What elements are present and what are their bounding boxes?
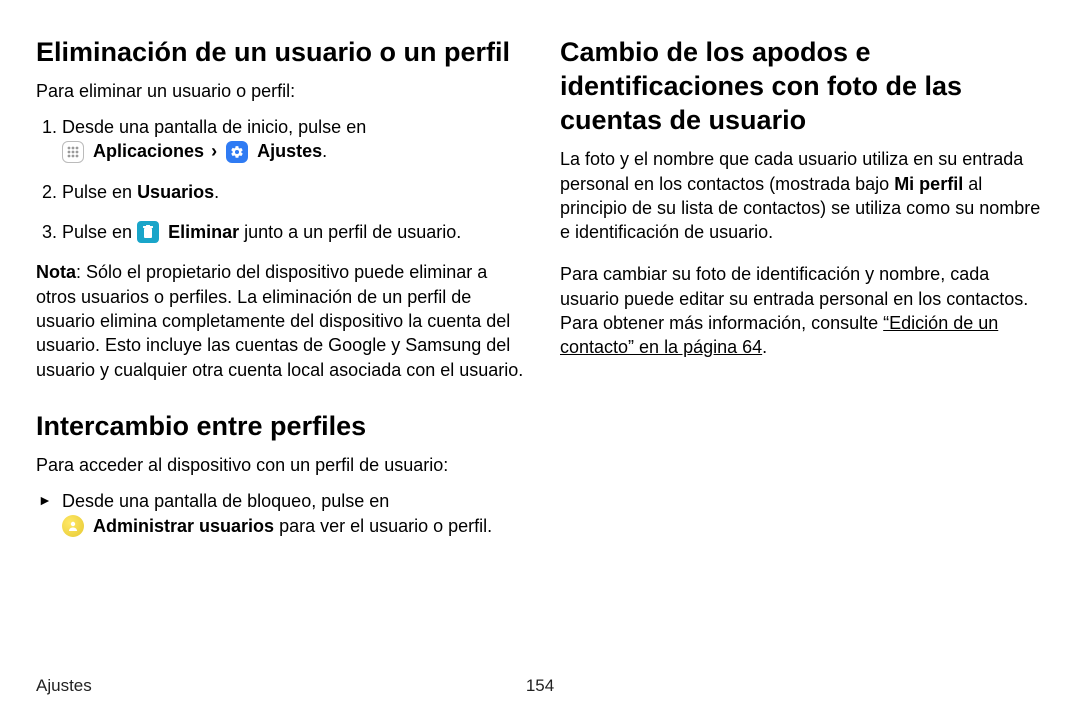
right-column: Cambio de los apodos e identificaciones … bbox=[560, 36, 1050, 539]
delete-steps: Desde una pantalla de inicio, pulse en A… bbox=[36, 115, 532, 244]
note-paragraph: Nota: Sólo el propietario del dispositiv… bbox=[36, 260, 532, 381]
period: . bbox=[322, 141, 327, 161]
right-p1: La foto y el nombre que cada usuario uti… bbox=[560, 147, 1050, 244]
switch-bold: Administrar usuarios bbox=[93, 516, 274, 536]
page-footer: Ajustes 154 bbox=[36, 676, 1044, 696]
step-1-text-a: Desde una pantalla de inicio, pulse en bbox=[62, 117, 366, 137]
right-p1-bold: Mi perfil bbox=[894, 174, 963, 194]
step-2-text-a: Pulse en bbox=[62, 182, 137, 202]
step-2-text-c: . bbox=[214, 182, 219, 202]
switch-text-c: para ver el usuario o perfil. bbox=[274, 516, 492, 536]
page-number: 154 bbox=[526, 676, 554, 696]
intro-switch: Para acceder al dispositivo con un perfi… bbox=[36, 454, 532, 477]
step-2: Pulse en Usuarios. bbox=[62, 180, 532, 204]
step-3-text-c: junto a un perfil de usuario. bbox=[239, 222, 461, 242]
step-2-bold: Usuarios bbox=[137, 182, 214, 202]
gear-icon bbox=[226, 141, 248, 163]
left-column: Eliminación de un usuario o un perfil Pa… bbox=[36, 36, 532, 539]
manual-page: Eliminación de un usuario o un perfil Pa… bbox=[0, 0, 1080, 720]
note-label: Nota bbox=[36, 262, 76, 282]
step-3-text-a: Pulse en bbox=[62, 222, 137, 242]
note-body: : Sólo el propietario del dispositivo pu… bbox=[36, 262, 523, 379]
heading-switch-profiles: Intercambio entre perfiles bbox=[36, 410, 532, 444]
trash-icon bbox=[137, 221, 159, 243]
manage-users-icon bbox=[62, 515, 84, 537]
settings-label: Ajustes bbox=[257, 141, 322, 161]
step-3-bold: Eliminar bbox=[168, 222, 239, 242]
footer-section: Ajustes bbox=[36, 676, 92, 695]
step-1: Desde una pantalla de inicio, pulse en A… bbox=[62, 115, 532, 164]
switch-steps: Desde una pantalla de bloqueo, pulse en … bbox=[36, 489, 532, 539]
heading-change-nickname: Cambio de los apodos e identificaciones … bbox=[560, 36, 1050, 137]
apps-icon bbox=[62, 141, 84, 163]
apps-label: Aplicaciones bbox=[93, 141, 204, 161]
right-p2: Para cambiar su foto de identificación y… bbox=[560, 262, 1050, 359]
columns: Eliminación de un usuario o un perfil Pa… bbox=[36, 36, 1050, 539]
right-p2-b: . bbox=[762, 337, 767, 357]
step-3: Pulse en Eliminar junto a un perfil de u… bbox=[62, 220, 532, 244]
switch-step: Desde una pantalla de bloqueo, pulse en … bbox=[62, 489, 532, 539]
intro-delete: Para eliminar un usuario o perfil: bbox=[36, 80, 532, 103]
switch-text-a: Desde una pantalla de bloqueo, pulse en bbox=[62, 491, 389, 511]
chevron-right-icon: › bbox=[209, 141, 219, 161]
heading-delete-user: Eliminación de un usuario o un perfil bbox=[36, 36, 532, 70]
